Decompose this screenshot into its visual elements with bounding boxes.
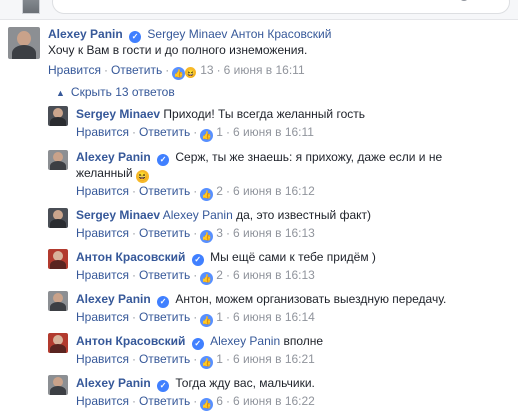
avatar[interactable]: [48, 249, 68, 269]
reply-author[interactable]: Sergey Minaev: [76, 208, 160, 222]
thumbs-up-icon: 👍: [200, 314, 214, 327]
thumbs-up-icon: 👍: [200, 129, 214, 142]
avatar[interactable]: [48, 150, 68, 170]
hide-replies-toggle[interactable]: ▲ Скрыть 13 ответов: [56, 85, 175, 100]
reply-author[interactable]: Alexey Panin: [76, 292, 151, 306]
like-button[interactable]: Нравится: [76, 268, 129, 282]
like-button[interactable]: Нравится: [76, 184, 129, 198]
reply-timestamp[interactable]: 6 июня в 16:13: [233, 226, 315, 240]
like-button[interactable]: Нравится: [76, 125, 129, 139]
reply-button[interactable]: Ответить: [139, 268, 190, 282]
thumbs-up-icon: 👍: [172, 67, 186, 80]
reply-text: Серж, ты же знаешь: я прихожу, даже если…: [175, 150, 443, 164]
comment-author[interactable]: Alexey Panin: [48, 27, 123, 41]
reply-author[interactable]: Антон Красовский: [76, 334, 185, 348]
comment-input[interactable]: [52, 0, 510, 14]
reply-timestamp[interactable]: 6 июня в 16:22: [233, 394, 315, 408]
reply-text: Тогда жду вас, мальчики.: [175, 376, 315, 390]
reply-text: вполне: [283, 334, 324, 348]
caret-up-icon: ▲: [56, 88, 65, 98]
like-button[interactable]: Нравится: [76, 226, 129, 240]
reply-text: Мы ещё сами к тебе придём ): [210, 250, 376, 264]
avatar[interactable]: [48, 208, 68, 228]
thumbs-up-icon: 👍: [200, 188, 214, 201]
hide-replies-label: Скрыть 13 ответов: [70, 85, 175, 99]
comment-composer: [0, 0, 518, 20]
reply-author[interactable]: Alexey Panin: [76, 376, 151, 390]
reply-timestamp[interactable]: 6 июня в 16:11: [233, 125, 314, 139]
reply-button[interactable]: Ответить: [139, 352, 190, 366]
reply-author[interactable]: Sergey Minaev: [76, 107, 160, 121]
verified-badge-icon: ✓: [157, 296, 170, 308]
like-button[interactable]: Нравится: [76, 352, 129, 366]
reaction-count[interactable]: 2: [216, 268, 223, 282]
reply-button[interactable]: Ответить: [139, 394, 190, 408]
reaction-count[interactable]: 2: [216, 184, 223, 198]
verified-badge-icon: ✓: [191, 338, 204, 350]
reply-text: Антон, можем организовать выездную перед…: [175, 292, 447, 306]
reaction-count[interactable]: 13: [200, 63, 213, 77]
tagged-user[interactable]: Alexey Panin: [210, 334, 280, 348]
emoji-icon[interactable]: [459, 0, 469, 1]
thumbs-up-icon: 👍: [200, 398, 214, 411]
avatar[interactable]: [48, 375, 68, 395]
tagged-user[interactable]: Alexey Panin: [163, 208, 233, 222]
reply-timestamp[interactable]: 6 июня в 16:12: [233, 184, 315, 198]
reply-button[interactable]: Ответить: [139, 125, 190, 139]
thumbs-up-icon: 👍: [200, 272, 214, 285]
reply-text: да, это известный факт): [236, 208, 372, 222]
verified-badge-icon: ✓: [157, 380, 170, 392]
like-button[interactable]: Нравится: [48, 63, 101, 77]
comment-text: Хочу к Вам в гости и до полного изнеможе…: [48, 43, 308, 57]
reaction-count[interactable]: 1: [216, 310, 223, 324]
reply-button[interactable]: Ответить: [139, 310, 190, 324]
reply-author[interactable]: Антон Красовский: [76, 250, 185, 264]
thumbs-up-icon: 👍: [200, 230, 214, 243]
reply-text: Приходи! Ты всегда желанный гость: [163, 107, 365, 121]
like-button[interactable]: Нравится: [76, 394, 129, 408]
reply-button[interactable]: Ответить: [139, 226, 190, 240]
verified-badge-icon: ✓: [157, 154, 170, 166]
reply-timestamp[interactable]: 6 июня в 16:21: [233, 352, 315, 366]
reply-button[interactable]: Ответить: [111, 63, 162, 77]
reaction-count[interactable]: 1: [216, 125, 223, 139]
reply-timestamp[interactable]: 6 июня в 16:13: [233, 268, 315, 282]
reaction-count[interactable]: 6: [216, 394, 223, 408]
reaction-count[interactable]: 3: [216, 226, 223, 240]
reply-button[interactable]: Ответить: [139, 184, 190, 198]
reply-author[interactable]: Alexey Panin: [76, 150, 151, 164]
verified-badge-icon: ✓: [191, 254, 204, 266]
reply-text-continued: желанный: [76, 166, 133, 180]
thumbs-up-icon: 👍: [200, 356, 214, 369]
avatar[interactable]: [8, 27, 40, 59]
composer-avatar: [22, 0, 40, 14]
avatar[interactable]: [48, 106, 68, 126]
reaction-count[interactable]: 1: [216, 352, 223, 366]
avatar[interactable]: [48, 291, 68, 311]
like-button[interactable]: Нравится: [76, 310, 129, 324]
laughing-face-icon: 😆: [135, 170, 149, 183]
tagged-users[interactable]: Sergey Minaev Антон Красовский: [147, 27, 331, 41]
haha-face-icon: 😆: [184, 66, 198, 79]
avatar[interactable]: [48, 333, 68, 353]
comment-timestamp[interactable]: 6 июня в 16:11: [224, 63, 305, 77]
reply-timestamp[interactable]: 6 июня в 16:14: [233, 310, 315, 324]
